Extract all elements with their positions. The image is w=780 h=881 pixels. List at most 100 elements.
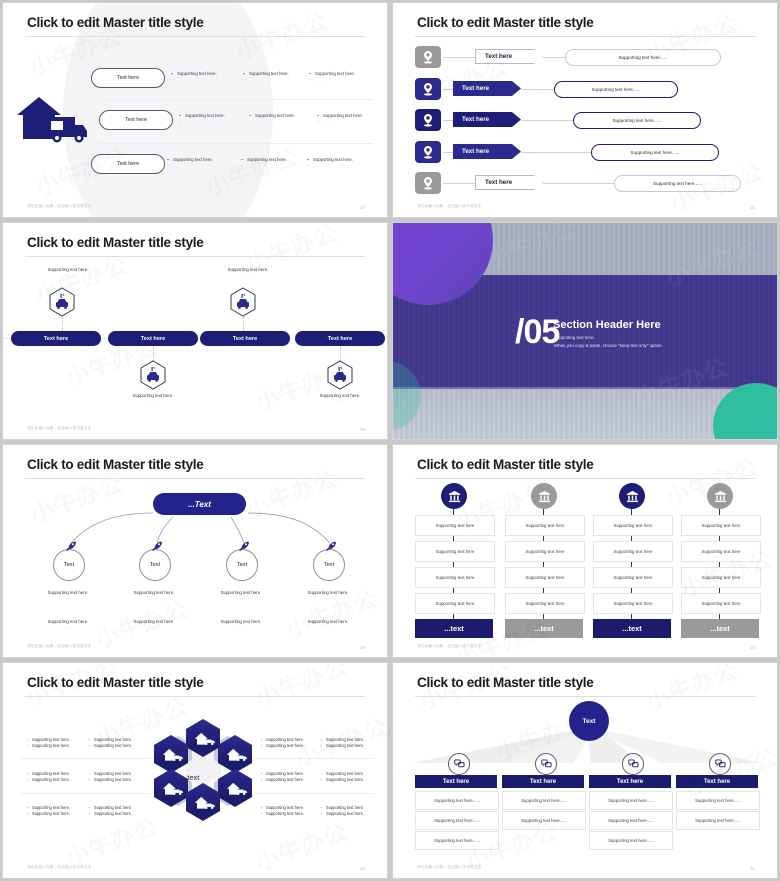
pill-label-2[interactable]: Text here — [99, 110, 173, 130]
location-pin-icon — [415, 141, 441, 163]
column-footer-bar[interactable]: ...text — [415, 619, 493, 638]
column-footer-bar[interactable]: ...text — [681, 619, 759, 638]
stage-tag-4[interactable]: Text here — [453, 144, 521, 159]
slide-thumbnail-30[interactable]: Click to edit Master title style ...text… — [2, 662, 388, 879]
node-caption-4: Supporting text here. ...... — [285, 590, 371, 600]
right-col-2-row-1: Supporting text here. Supporting text he… — [321, 737, 381, 750]
slide-footer: 请在此输入标题—在此输入您中英文本 — [27, 204, 92, 208]
bank-icon — [531, 483, 557, 509]
step-cell: Supporting text here — [593, 515, 673, 536]
node-caption-3b: Supporting text here. ...... — [198, 619, 284, 629]
slide-thumbnail-26[interactable]: Click to edit Master title style Support… — [2, 222, 388, 440]
right-col-2-row-3: Supporting text here. Supporting text he… — [321, 805, 381, 818]
caption-subtext: ...... — [324, 624, 332, 629]
caption-subtext: ...... — [64, 624, 72, 629]
column-title-1[interactable]: Text here — [415, 775, 497, 788]
chat-bubble-icon — [448, 753, 470, 775]
slide-footer: 请在此输入标题—在此输入您中英文本 — [27, 426, 92, 430]
caption-3: Supporting text here. ...... — [198, 267, 298, 277]
page-title: Click to edit Master title style — [27, 15, 204, 30]
supporting-cell: Supporting text here...... — [589, 791, 673, 810]
caption-subtext: ...... — [64, 595, 72, 600]
right-col-1-row-1: Supporting text here. Supporting text he… — [261, 737, 321, 750]
supporting-cell: Supporting text here...... — [676, 811, 760, 830]
slide-footer: 请在此输入标题—在此输入您中英文本 — [27, 644, 92, 648]
column-title-4[interactable]: Text here — [676, 775, 758, 788]
page-number: 24 — [360, 205, 365, 210]
node-circle-4[interactable]: Text — [313, 549, 345, 581]
column-title-2[interactable]: Text here — [502, 775, 584, 788]
node-caption-1: Supporting text here. ...... — [25, 590, 111, 600]
bullet-subtext: ...... — [167, 163, 213, 169]
node-circle-3[interactable]: Text — [226, 549, 258, 581]
slide-footer: 请在此输入标题—在此输入您中英文本 — [27, 865, 92, 869]
connector-dash — [243, 317, 244, 331]
title-divider — [415, 36, 755, 37]
column-footer-bar[interactable]: ...text — [505, 619, 583, 638]
caption-subtext: ...... — [150, 595, 158, 600]
slide-thumbnail-25[interactable]: Click to edit Master title style Text he… — [392, 2, 778, 218]
left-col-2-row-2: Supporting text here. Supporting text he… — [89, 771, 149, 784]
bullet-subtext: ...... — [179, 119, 225, 125]
location-pin-icon — [415, 109, 441, 131]
connector-dash — [62, 317, 63, 331]
bullet-subtext: ...... — [249, 119, 295, 125]
caption-subtext: ...... — [237, 624, 245, 629]
location-pin-icon — [415, 78, 441, 100]
root-node[interactable]: Text — [569, 701, 609, 741]
stage-tag-5[interactable]: Text here — [475, 175, 543, 190]
supporting-cell: Supporting text here...... — [502, 791, 586, 810]
slide-thumbnail-31[interactable]: Click to edit Master title style Text Te… — [392, 662, 778, 879]
warehouse-truck-icon — [17, 91, 89, 143]
stage-tag-1[interactable]: Text here — [475, 49, 543, 64]
node-circle-1[interactable]: Text — [53, 549, 85, 581]
supporting-capsule-4: Supporting text here...... — [591, 144, 719, 161]
left-col-2-row-3: Supporting text here. Supporting text he… — [89, 805, 149, 818]
bullet-cell: Supporting text here. ...... — [309, 71, 355, 83]
column-footer-bar[interactable]: ...text — [593, 619, 671, 638]
step-cell: Supporting text here — [415, 593, 495, 614]
slide-thumbnail-29[interactable]: Click to edit Master title style Support… — [392, 444, 778, 658]
timeline-pill-4[interactable]: Text here — [295, 331, 385, 346]
bullet-cell: Supporting text here. ...... — [167, 157, 213, 169]
car-charging-icon — [140, 360, 166, 390]
connector-dash — [153, 347, 154, 361]
car-charging-icon — [49, 287, 75, 317]
row-divider — [21, 758, 151, 759]
connector-line — [521, 152, 593, 153]
pill-label-1[interactable]: Text here — [91, 68, 165, 88]
caption-subtext: ...... — [150, 624, 158, 629]
slide-footer: 请在此输入标题—在此输入您中英文本 — [417, 204, 482, 208]
bullet-cell: Supporting text here. ...... — [317, 113, 363, 125]
rocket-icon — [64, 539, 77, 551]
timeline-pill-1[interactable]: Text here — [11, 331, 101, 346]
bullet-cell: Supporting text here. ...... — [249, 113, 295, 125]
connector-line — [521, 89, 556, 90]
timeline-pill-3[interactable]: Text here — [200, 331, 290, 346]
node-circle-2[interactable]: Text — [139, 549, 171, 581]
rocket-icon — [150, 539, 163, 551]
bullet-cell: Supporting text here. ...... — [241, 157, 287, 169]
row-divider — [21, 793, 151, 794]
pill-label-3[interactable]: Text here — [91, 154, 165, 174]
row-divider — [255, 758, 375, 759]
supporting-cell: Supporting text here...... — [589, 831, 673, 850]
title-divider — [25, 478, 365, 479]
slide-footer: 请在此输入标题—在此输入您中英文本 — [417, 865, 482, 869]
timeline-pill-2[interactable]: Text here — [108, 331, 198, 346]
bullet-text: Supporting text here. — [27, 811, 87, 817]
slide-thumbnail-section-header[interactable]: /05 Section Header Here Supporting text … — [392, 222, 778, 440]
section-heading: Section Header Here — [553, 319, 661, 331]
chat-bubble-icon — [535, 753, 557, 775]
stage-tag-2[interactable]: Text here — [453, 81, 521, 96]
step-cell: Supporting text here — [505, 593, 585, 614]
column-title-3[interactable]: Text here — [589, 775, 671, 788]
page-number: 30 — [360, 866, 365, 871]
bullet-cell: Supporting text here. ...... — [307, 157, 353, 169]
step-cell: Supporting text here — [681, 593, 761, 614]
root-node[interactable]: ...Text — [153, 493, 246, 515]
stage-tag-3[interactable]: Text here — [453, 112, 521, 127]
slide-thumbnail-24[interactable]: Click to edit Master title style Text he… — [2, 2, 388, 218]
slide-thumbnail-28[interactable]: Click to edit Master title style ...Text… — [2, 444, 388, 658]
bullet-cell: Supporting text here. ...... — [171, 71, 217, 83]
